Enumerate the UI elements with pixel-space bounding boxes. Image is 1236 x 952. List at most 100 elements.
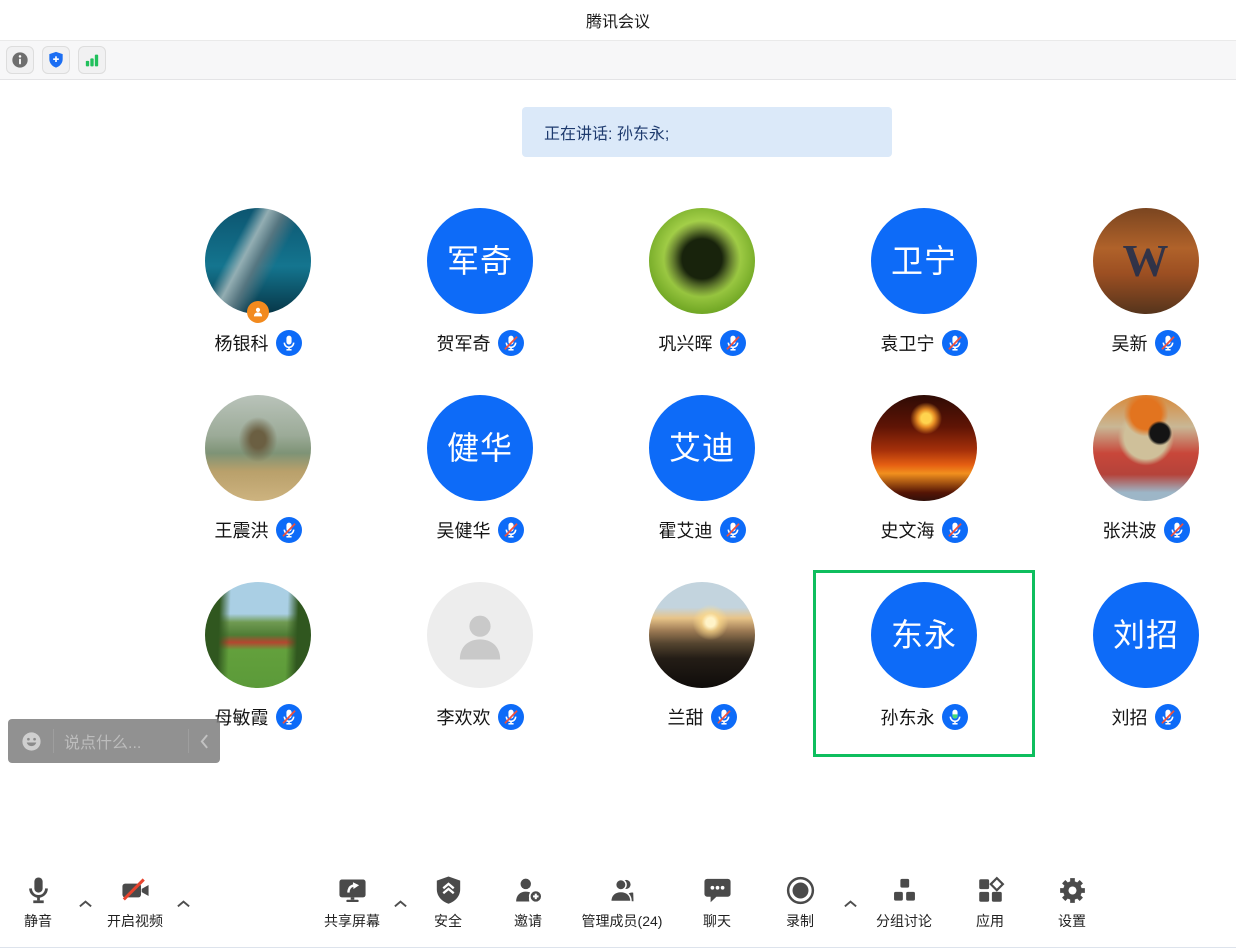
settings-gear-icon <box>1027 874 1117 910</box>
participant-tile[interactable]: W 吴新 <box>1035 196 1236 383</box>
participant-name: 王震洪 <box>215 517 269 543</box>
mic-status-icon[interactable] <box>942 330 968 356</box>
record-options-chevron[interactable] <box>839 896 861 914</box>
default-person-icon <box>449 604 511 666</box>
mic-status-icon[interactable] <box>276 517 302 543</box>
mic-status-icon[interactable] <box>720 517 746 543</box>
mic-status-icon[interactable] <box>498 517 524 543</box>
settings-button[interactable]: 设置 <box>1027 874 1117 931</box>
chat-button[interactable]: 聊天 <box>672 874 762 931</box>
mic-status-icon[interactable] <box>711 704 737 730</box>
apps-button[interactable]: 应用 <box>945 874 1035 931</box>
breakout-rooms-button[interactable]: 分组讨论 <box>849 874 959 931</box>
avatar-initials: 刘招 <box>1113 619 1179 651</box>
start-video-label: 开启视频 <box>80 911 190 931</box>
share-options-chevron[interactable] <box>389 896 411 914</box>
share-screen-label: 共享屏幕 <box>297 911 407 931</box>
participant-avatar: 卫宁 <box>871 208 977 314</box>
mute-label: 静音 <box>0 911 78 931</box>
mute-button[interactable]: 静音 <box>0 874 78 931</box>
participant-tile[interactable]: 张洪波 <box>1035 383 1236 570</box>
mic-options-chevron[interactable] <box>74 896 96 914</box>
participant-avatar: 健华 <box>427 395 533 501</box>
participant-tile[interactable]: 巩兴晖 <box>591 196 813 383</box>
participant-tile[interactable]: 杨银科 <box>147 196 369 383</box>
participant-tile[interactable]: 兰甜 <box>591 570 813 757</box>
participant-name: 母敏霞 <box>215 704 269 730</box>
mic-status-icon[interactable] <box>942 704 968 730</box>
participant-name-row: 吴健华 <box>437 517 524 543</box>
chat-input[interactable]: 说点什么... <box>64 729 178 753</box>
chevron-left-icon[interactable] <box>199 733 210 750</box>
mic-status-icon[interactable] <box>720 330 746 356</box>
mic-status-icon[interactable] <box>1155 330 1181 356</box>
participant-tile[interactable]: 刘招 刘招 <box>1035 570 1236 757</box>
participant-name-row: 刘招 <box>1112 704 1181 730</box>
avatar-initials: 军奇 <box>447 245 513 277</box>
chat-label: 聊天 <box>672 911 762 931</box>
security-button[interactable]: 安全 <box>403 874 493 931</box>
mic-status-icon[interactable] <box>1164 517 1190 543</box>
shield-plus-icon <box>46 50 66 70</box>
participant-avatar: 刘招 <box>1093 582 1199 688</box>
top-toolbar <box>0 41 1236 80</box>
mic-status-icon[interactable] <box>942 517 968 543</box>
participant-name: 巩兴晖 <box>659 330 713 356</box>
network-stats-button[interactable] <box>78 46 106 74</box>
chat-input-bar[interactable]: 说点什么... <box>8 719 220 763</box>
participant-avatar: 东永 <box>871 582 977 688</box>
chat-bubble-icon <box>672 874 762 910</box>
participant-avatar <box>205 582 311 688</box>
meeting-info-button[interactable] <box>6 46 34 74</box>
breakout-rooms-icon <box>849 874 959 910</box>
participant-avatar: W <box>1093 208 1199 314</box>
participant-tile[interactable]: 卫宁 袁卫宁 <box>813 196 1035 383</box>
window-titlebar: 腾讯会议 <box>0 0 1236 41</box>
mic-status-icon[interactable] <box>276 704 302 730</box>
participant-tile[interactable]: 艾迪 霍艾迪 <box>591 383 813 570</box>
mic-status-icon[interactable] <box>498 330 524 356</box>
participant-name: 霍艾迪 <box>659 517 713 543</box>
mic-status-icon[interactable] <box>276 330 302 356</box>
participant-tile[interactable]: 王震洪 <box>147 383 369 570</box>
participant-name-row: 史文海 <box>881 517 968 543</box>
video-options-chevron[interactable] <box>172 896 194 914</box>
participant-name: 李欢欢 <box>437 704 491 730</box>
participant-name-row: 李欢欢 <box>437 704 524 730</box>
manage-members-button[interactable]: 管理成员(24) <box>557 874 687 931</box>
mic-status-icon[interactable] <box>498 704 524 730</box>
microphone-icon <box>0 874 78 910</box>
participant-name: 孙东永 <box>881 704 935 730</box>
participant-name: 吴新 <box>1112 330 1148 356</box>
avatar-initials: W <box>1123 238 1170 284</box>
health-shield-button[interactable] <box>42 46 70 74</box>
mic-status-icon[interactable] <box>1155 704 1181 730</box>
participant-name: 刘招 <box>1112 704 1148 730</box>
meeting-window: 腾讯会议 正在讲话: 孙东永; <box>0 0 1236 952</box>
participant-name: 张洪波 <box>1103 517 1157 543</box>
window-title: 腾讯会议 <box>586 8 650 32</box>
participant-tile[interactable]: 东永 孙东永 <box>813 570 1035 757</box>
avatar-initials: 健华 <box>447 432 513 464</box>
bottom-divider <box>0 947 1236 948</box>
participant-name-row: 王震洪 <box>215 517 302 543</box>
participant-avatar <box>871 395 977 501</box>
participant-avatar <box>1093 395 1199 501</box>
participant-tile[interactable]: 健华 吴健华 <box>369 383 591 570</box>
signal-bars-icon <box>82 50 102 70</box>
participant-tile[interactable]: 史文海 <box>813 383 1035 570</box>
emoji-smiley-icon[interactable] <box>20 730 43 753</box>
participant-name-row: 兰甜 <box>668 704 737 730</box>
participant-avatar: 军奇 <box>427 208 533 314</box>
participant-tile[interactable]: 军奇 贺军奇 <box>369 196 591 383</box>
participant-tile[interactable]: 李欢欢 <box>369 570 591 757</box>
participant-name: 吴健华 <box>437 517 491 543</box>
participant-avatar <box>205 395 311 501</box>
record-icon <box>755 874 845 910</box>
bottom-toolbar: 静音 开启视频 <box>0 865 1236 952</box>
participant-avatar <box>205 208 311 314</box>
apps-label: 应用 <box>945 911 1035 931</box>
participant-name: 兰甜 <box>668 704 704 730</box>
avatar-initials: 艾迪 <box>669 432 735 464</box>
record-button[interactable]: 录制 <box>755 874 845 931</box>
